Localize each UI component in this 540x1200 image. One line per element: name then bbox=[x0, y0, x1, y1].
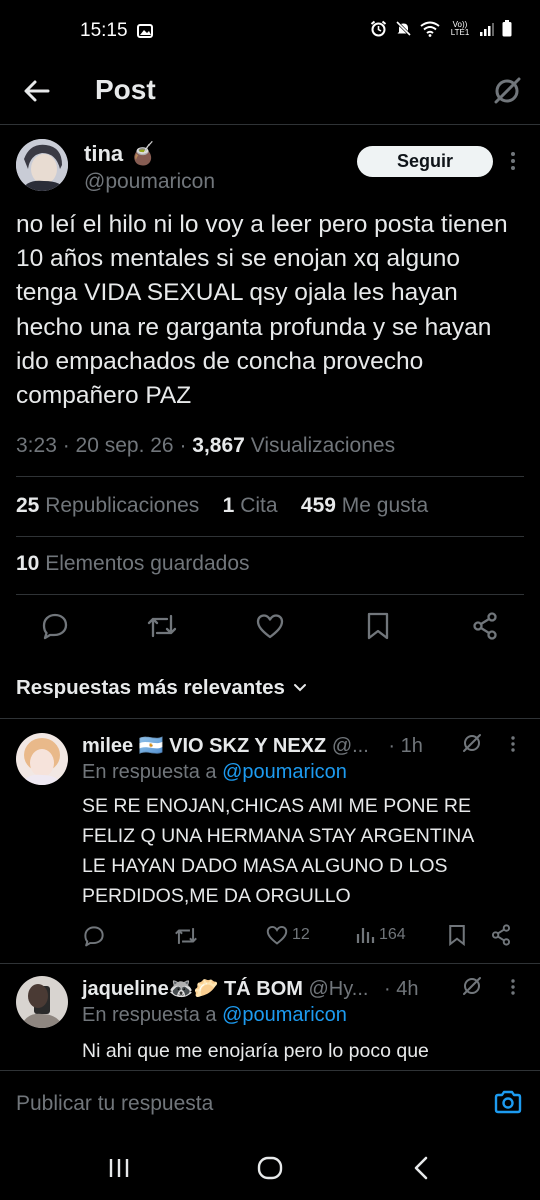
tweet-stats: 25 Republicaciones 1 Cita 459 Me gusta bbox=[16, 494, 428, 518]
reply-composer: Publicar tu respuesta bbox=[0, 1070, 540, 1132]
likes-stat[interactable]: 459 Me gusta bbox=[301, 494, 428, 517]
views-count: 3,867 bbox=[192, 434, 245, 457]
more-options-icon[interactable] bbox=[509, 978, 517, 996]
author-handle[interactable]: @poumaricon bbox=[84, 170, 215, 194]
gallery-icon bbox=[137, 24, 153, 38]
stats-divider bbox=[16, 536, 524, 537]
reposts-count: 25 bbox=[16, 494, 40, 517]
chevron-down-icon bbox=[293, 683, 307, 693]
reply-item[interactable]: jaqueline🦝🥟 TÁ BOM @Hy... · 4h En respue… bbox=[0, 964, 540, 1070]
reply-author-name[interactable]: jaqueline🦝🥟 TÁ BOM bbox=[82, 978, 303, 1000]
bookmarks-divider bbox=[16, 594, 524, 595]
like-icon bbox=[266, 925, 288, 945]
like-icon[interactable] bbox=[256, 613, 284, 639]
system-back-icon[interactable] bbox=[412, 1156, 430, 1180]
reply-text-line: FELIZ Q UNA HERMANA STAY ARGENTINA bbox=[82, 825, 475, 847]
quotes-stat[interactable]: 1 Cita bbox=[223, 494, 278, 517]
share-icon[interactable] bbox=[472, 612, 498, 640]
reply-avatar[interactable] bbox=[16, 976, 68, 1028]
bookmarks-count: 10 bbox=[16, 552, 40, 575]
status-icons: Vo)) LTE1 bbox=[370, 20, 512, 37]
reply-author-handle[interactable]: @... bbox=[332, 735, 369, 757]
more-options-icon[interactable] bbox=[508, 150, 518, 172]
reply-context: En respuesta a @poumaricon bbox=[82, 1004, 347, 1027]
reply-context-prefix: En respuesta a bbox=[82, 1004, 217, 1026]
reply-input[interactable]: Publicar tu respuesta bbox=[16, 1092, 213, 1116]
wifi-icon bbox=[420, 21, 440, 37]
reply-like-button[interactable]: 12 bbox=[266, 925, 310, 945]
tweet-timestamp[interactable]: 3:23 · 20 sep. 26 · bbox=[16, 434, 186, 457]
reply-author-handle[interactable]: @Hy... bbox=[309, 978, 369, 1000]
top-app-bar: Post bbox=[0, 62, 540, 124]
tweet-text: no leí el hilo ni lo voy a leer pero pos… bbox=[16, 211, 508, 410]
grok-icon[interactable] bbox=[492, 76, 522, 106]
likes-label: Me gusta bbox=[341, 494, 429, 517]
bookmark-icon[interactable] bbox=[448, 924, 466, 946]
reply-context-mention[interactable]: @poumaricon bbox=[222, 761, 347, 783]
replies-sort-dropdown[interactable]: Respuestas más relevantes bbox=[16, 676, 307, 700]
reply-text-line: PERDIDOS,ME DA ORGULLO bbox=[82, 885, 351, 907]
bookmarks-stat[interactable]: 10 Elementos guardados bbox=[16, 552, 250, 576]
reply-text: SE RE ENOJAN,CHICAS AMI ME PONE RE FELIZ… bbox=[82, 791, 522, 911]
quotes-label: Cita bbox=[240, 494, 278, 517]
reply-header: milee 🇦🇷 VIO SKZ Y NEXZ @... · 1h bbox=[82, 733, 423, 758]
status-time: 15:15 bbox=[80, 20, 128, 41]
system-nav-bar bbox=[0, 1132, 540, 1200]
grok-icon[interactable] bbox=[461, 975, 483, 997]
reply-time[interactable]: · 1h bbox=[388, 735, 422, 757]
reply-context-mention[interactable]: @poumaricon bbox=[222, 1004, 347, 1026]
author-avatar[interactable] bbox=[16, 139, 68, 191]
reply-item[interactable]: milee 🇦🇷 VIO SKZ Y NEXZ @... · 1h En res… bbox=[0, 719, 540, 963]
reposts-stat[interactable]: 25 Republicaciones bbox=[16, 494, 199, 517]
reposts-label: Republicaciones bbox=[45, 494, 200, 517]
camera-icon[interactable] bbox=[494, 1090, 522, 1114]
tweet-action-bar bbox=[0, 610, 540, 642]
header-divider bbox=[0, 124, 540, 125]
network-type-label: Vo)) LTE1 bbox=[450, 19, 470, 37]
battery-icon bbox=[502, 20, 512, 37]
reply-text-line: LE HAYAN DADO MASA ALGUNO D LOS bbox=[82, 855, 448, 877]
reply-text-line: Ni ahi que me enojaría pero lo poco que bbox=[82, 1040, 429, 1062]
back-arrow-icon[interactable] bbox=[22, 76, 52, 106]
author-name[interactable]: tina 🧉 bbox=[84, 141, 157, 167]
grok-icon[interactable] bbox=[461, 732, 483, 754]
signal-icon bbox=[480, 22, 494, 36]
reply-author-name[interactable]: milee 🇦🇷 VIO SKZ Y NEXZ bbox=[82, 735, 326, 757]
reply-text-line: SE RE ENOJAN,CHICAS AMI ME PONE RE bbox=[82, 795, 471, 817]
recent-apps-icon[interactable] bbox=[108, 1158, 130, 1178]
status-bar: 15:15 Vo)) LTE1 bbox=[0, 0, 540, 62]
repost-icon[interactable] bbox=[147, 612, 177, 640]
replies-sort-label: Respuestas más relevantes bbox=[16, 676, 285, 699]
repost-icon[interactable] bbox=[174, 925, 198, 947]
alarm-icon bbox=[370, 20, 387, 37]
composer-divider bbox=[0, 1070, 540, 1071]
views-label: Visualizaciones bbox=[250, 434, 396, 457]
meta-divider bbox=[16, 476, 524, 477]
reply-avatar[interactable] bbox=[16, 733, 68, 785]
bookmarks-label: Elementos guardados bbox=[45, 552, 250, 575]
reply-icon[interactable] bbox=[41, 612, 69, 640]
quotes-count: 1 bbox=[222, 494, 235, 517]
reply-text: Ni ahi que me enojaría pero lo poco que bbox=[82, 1036, 522, 1066]
tweet-meta: 3:23 · 20 sep. 26 · 3,867 Visualizacione… bbox=[16, 434, 395, 458]
views-count: 164 bbox=[379, 926, 406, 943]
share-icon[interactable] bbox=[491, 924, 511, 946]
reply-header: jaqueline🦝🥟 TÁ BOM @Hy... · 4h bbox=[82, 976, 418, 1001]
reply-context-prefix: En respuesta a bbox=[82, 761, 217, 783]
bookmark-icon[interactable] bbox=[366, 612, 390, 640]
more-options-icon[interactable] bbox=[509, 735, 517, 753]
reply-views-button[interactable]: 164 bbox=[355, 925, 406, 945]
page-title: Post bbox=[95, 74, 156, 105]
likes-count: 459 bbox=[300, 494, 336, 517]
follow-button[interactable]: Seguir bbox=[357, 146, 493, 177]
like-count: 12 bbox=[292, 926, 310, 943]
mute-icon bbox=[395, 20, 412, 37]
views-icon bbox=[355, 925, 375, 945]
reply-time[interactable]: · 4h bbox=[384, 978, 418, 1000]
reply-context: En respuesta a @poumaricon bbox=[82, 761, 347, 784]
reply-icon[interactable] bbox=[83, 925, 105, 947]
home-icon[interactable] bbox=[257, 1156, 283, 1180]
